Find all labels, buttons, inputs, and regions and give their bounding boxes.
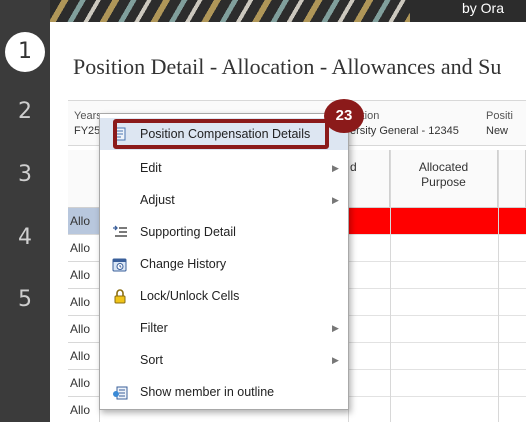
grid-row-label[interactable]: Allo — [68, 370, 100, 397]
submenu-arrow-icon: ▶ — [332, 322, 339, 333]
pov-position-label: Positi — [486, 110, 513, 122]
step-3[interactable]: 3 — [0, 162, 50, 187]
menu-item-label: Filter — [140, 321, 168, 335]
outline-icon — [100, 385, 140, 400]
step-1[interactable]: 1 — [5, 32, 45, 72]
menu-item-adjust[interactable]: Adjust ▶ — [100, 184, 348, 216]
menu-item-label: Edit — [140, 161, 162, 175]
menu-item-label: Adjust — [140, 193, 175, 207]
change-history-icon — [100, 257, 140, 272]
menu-item-lock-unlock-cells[interactable]: Lock/Unlock Cells — [100, 280, 348, 312]
pov-organization-value: ersity General - 12345 — [350, 125, 459, 137]
supporting-detail-icon — [100, 225, 140, 239]
menu-item-change-history[interactable]: Change History — [100, 248, 348, 280]
callout-highlight-box — [113, 119, 329, 149]
menu-item-label: Show member in outline — [140, 385, 275, 399]
menu-item-label: Sort — [140, 353, 163, 367]
pov-years-value: FY25 — [74, 125, 101, 137]
banner-pattern — [50, 0, 410, 22]
lock-icon — [100, 288, 140, 304]
grid-row-label[interactable]: Allo — [68, 208, 100, 235]
pov-organization-label: zation — [350, 110, 380, 122]
grid-col-header-partial[interactable]: d — [348, 150, 390, 208]
grid-row-label[interactable]: Allo — [68, 289, 100, 316]
menu-item-edit[interactable]: Edit ▶ — [100, 152, 348, 184]
step-rail: 1 2 3 4 5 — [0, 0, 50, 422]
pov-years[interactable]: Years FY25 — [74, 109, 102, 139]
step-2[interactable]: 2 — [0, 99, 50, 124]
grid-row-label[interactable]: Allo — [68, 235, 100, 262]
grid-row-label[interactable]: Allo — [68, 397, 100, 422]
grid-row-label[interactable]: Allo — [68, 316, 100, 343]
grid-column-divider — [498, 150, 499, 422]
menu-item-show-member-in-outline[interactable]: Show member in outline — [100, 376, 348, 408]
page-title: Position Detail - Allocation - Allowance… — [73, 54, 502, 79]
pov-position[interactable]: Positi New — [486, 109, 513, 139]
pov-organization[interactable]: zation ersity General - 12345 — [350, 109, 459, 139]
grid-column-divider — [390, 150, 391, 422]
pov-years-label: Years — [74, 110, 102, 122]
banner-byline: by Ora — [461, 0, 504, 16]
menu-item-label: Supporting Detail — [140, 225, 236, 239]
context-menu: Position Compensation Details Edit ▶ Adj… — [99, 113, 349, 410]
submenu-arrow-icon: ▶ — [332, 354, 339, 365]
callout-step-badge: 23 — [324, 99, 364, 133]
menu-item-supporting-detail[interactable]: Supporting Detail — [100, 216, 348, 248]
top-banner: by Ora — [50, 0, 526, 22]
step-5[interactable]: 5 — [0, 287, 50, 312]
submenu-arrow-icon: ▶ — [332, 194, 339, 205]
step-4[interactable]: 4 — [0, 225, 50, 250]
grid-row-label[interactable]: Allo — [68, 262, 100, 289]
menu-item-sort[interactable]: Sort ▶ — [100, 344, 348, 376]
grid-row-label[interactable]: Allo — [68, 343, 100, 370]
menu-item-filter[interactable]: Filter ▶ — [100, 312, 348, 344]
menu-item-label: Lock/Unlock Cells — [140, 289, 240, 303]
submenu-arrow-icon: ▶ — [332, 162, 339, 173]
grid-col-header-allocated-purpose[interactable]: Allocated Purpose — [390, 150, 498, 208]
grid-col-header-next[interactable] — [498, 150, 526, 208]
menu-item-label: Change History — [140, 257, 227, 271]
pov-position-value: New — [486, 125, 509, 137]
